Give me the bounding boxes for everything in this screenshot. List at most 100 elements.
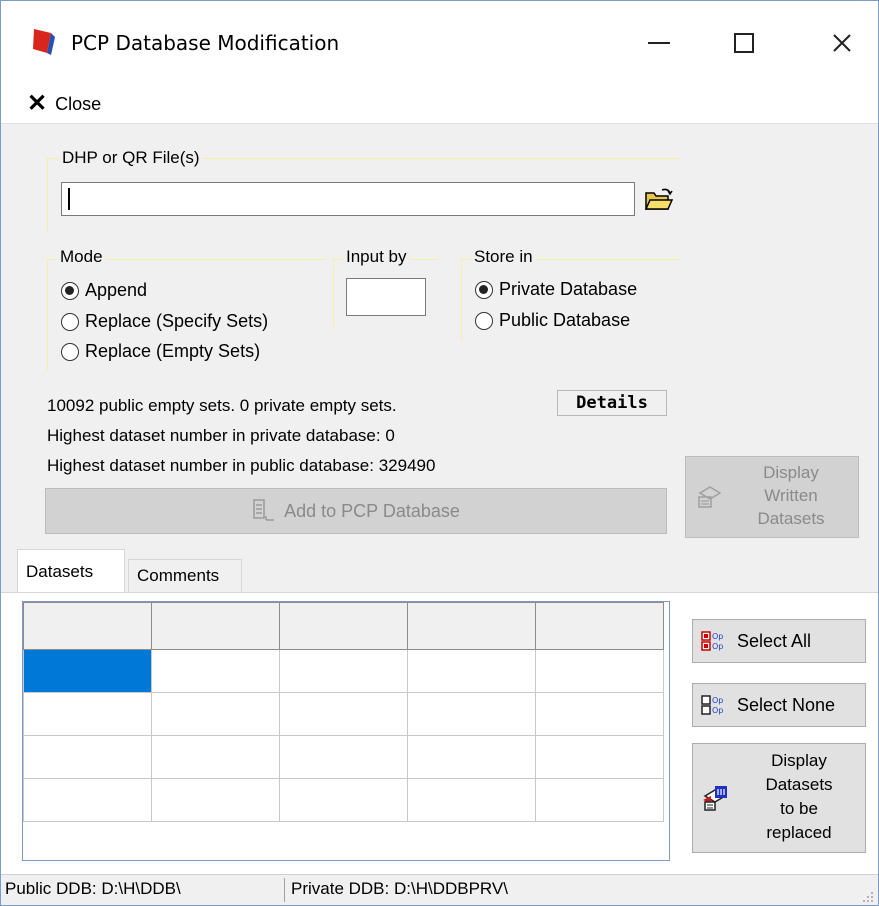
store-in-label: Store in (471, 247, 536, 267)
select-none-icon: Op Op (701, 695, 723, 715)
highest-private-text: Highest dataset number in private databa… (47, 426, 395, 445)
open-folder-button[interactable] (639, 182, 679, 218)
grid-row (23, 735, 664, 779)
grid-cell[interactable] (151, 649, 280, 693)
grid-cell[interactable] (407, 735, 536, 779)
store-public-label: Public Database (499, 310, 631, 330)
close-icon (833, 34, 851, 52)
display-written-datasets-button[interactable]: Display Written Datasets (685, 456, 859, 538)
grid-header-cell[interactable] (279, 602, 408, 650)
display-written-label: Display Written Datasets (757, 463, 825, 528)
svg-text:Op: Op (712, 706, 723, 715)
grid-cell[interactable] (407, 649, 536, 693)
radio-indicator (475, 280, 493, 299)
datasets-grid[interactable] (22, 601, 670, 861)
text-caret (68, 188, 70, 210)
grid-header-row (23, 602, 664, 650)
grid-cell[interactable] (279, 649, 408, 693)
input-by-label: Input by (343, 247, 410, 267)
app-window: PCP Database Modification ✕ Close DHP or… (0, 0, 879, 906)
select-all-icon: Op Op (701, 631, 723, 651)
close-menu-label: Close (55, 93, 102, 114)
svg-text:Op: Op (712, 632, 723, 641)
tab-datasets-label: Datasets (26, 561, 94, 581)
radio-indicator (61, 312, 79, 331)
store-public-radio[interactable]: Public Database (475, 310, 630, 331)
grid-cell-selected[interactable] (23, 649, 152, 693)
grid-cell[interactable] (23, 778, 152, 822)
grid-cell[interactable] (23, 692, 152, 736)
radio-indicator (61, 342, 79, 361)
minimize-icon (648, 42, 670, 44)
grid-cell[interactable] (407, 692, 536, 736)
grid-header-cell[interactable] (535, 602, 664, 650)
select-none-label: Select None (737, 694, 836, 715)
radio-indicator (61, 281, 79, 300)
dataset-view-icon (698, 486, 722, 508)
grid-cell[interactable] (279, 735, 408, 779)
grid-header-cell[interactable] (407, 602, 536, 650)
display-replaced-icon (703, 786, 727, 811)
add-to-pcp-label: Add to PCP Database (284, 500, 460, 521)
empty-sets-text: 10092 public empty sets. 0 private empty… (47, 396, 397, 415)
status-public-ddb: Public DDB: D:\H\DDB\ (5, 879, 181, 898)
file-path-input[interactable] (61, 182, 635, 216)
grid-cell[interactable] (23, 735, 152, 779)
grid-cell[interactable] (535, 649, 664, 693)
close-window-button[interactable] (812, 21, 872, 65)
grid-cell[interactable] (407, 778, 536, 822)
grid-cell[interactable] (151, 692, 280, 736)
maximize-button[interactable] (714, 21, 774, 65)
grid-cell[interactable] (151, 778, 280, 822)
grid-row (23, 649, 664, 693)
mode-replace-specify-label: Replace (Specify Sets) (85, 311, 269, 331)
database-add-icon (253, 499, 275, 521)
grid-cell[interactable] (279, 692, 408, 736)
grid-cell[interactable] (535, 735, 664, 779)
mode-replace-empty-label: Replace (Empty Sets) (85, 341, 261, 361)
status-private-ddb: Private DDB: D:\H\DDBPRV\ (291, 879, 508, 898)
mode-append-radio[interactable]: Append (61, 280, 147, 301)
open-folder-icon (644, 188, 674, 210)
highest-public-text: Highest dataset number in public databas… (47, 456, 436, 475)
radio-indicator (475, 311, 493, 330)
select-all-label: Select All (737, 630, 812, 651)
display-datasets-replaced-button[interactable]: Display Datasets to be replaced (692, 743, 866, 853)
menu-bar: ✕ Close (1, 85, 878, 124)
resize-grip-icon[interactable] (860, 889, 874, 903)
svg-text:Op: Op (712, 696, 723, 705)
mode-replace-empty-radio[interactable]: Replace (Empty Sets) (61, 341, 260, 362)
tab-comments-label: Comments (137, 566, 220, 585)
grid-cell[interactable] (535, 692, 664, 736)
add-to-pcp-database-button[interactable]: Add to PCP Database (45, 488, 667, 534)
mode-replace-specify-radio[interactable]: Replace (Specify Sets) (61, 311, 268, 332)
details-button[interactable]: Details (557, 390, 667, 416)
close-menu-button[interactable]: ✕ Close (27, 91, 101, 117)
grid-cell[interactable] (279, 778, 408, 822)
window-title: PCP Database Modification (71, 31, 340, 55)
svg-text:Op: Op (712, 642, 723, 651)
grid-row (23, 692, 664, 736)
title-bar: PCP Database Modification (1, 1, 878, 85)
select-none-button[interactable]: Op Op Select None (692, 683, 866, 727)
tab-datasets[interactable]: Datasets (17, 549, 125, 593)
grid-row (23, 778, 664, 822)
tab-comments[interactable]: Comments (128, 559, 242, 593)
grid-cell[interactable] (151, 735, 280, 779)
status-divider (284, 878, 285, 902)
minimize-button[interactable] (629, 21, 689, 65)
close-menu-icon: ✕ (27, 90, 48, 117)
mode-append-label: Append (85, 280, 148, 300)
app-logo-icon (33, 29, 55, 55)
grid-header-cell[interactable] (23, 602, 152, 650)
status-bar: Public DDB: D:\H\DDB\ Private DDB: D:\H\… (1, 874, 878, 905)
input-by-field[interactable] (346, 278, 426, 316)
grid-cell[interactable] (535, 778, 664, 822)
display-replaced-label: Display Datasets to be replaced (765, 751, 833, 842)
select-all-button[interactable]: Op Op Select All (692, 619, 866, 663)
file-group-label: DHP or QR File(s) (59, 148, 203, 168)
maximize-icon (734, 33, 754, 53)
mode-group-label: Mode (57, 247, 106, 267)
store-private-radio[interactable]: Private Database (475, 279, 637, 300)
grid-header-cell[interactable] (151, 602, 280, 650)
